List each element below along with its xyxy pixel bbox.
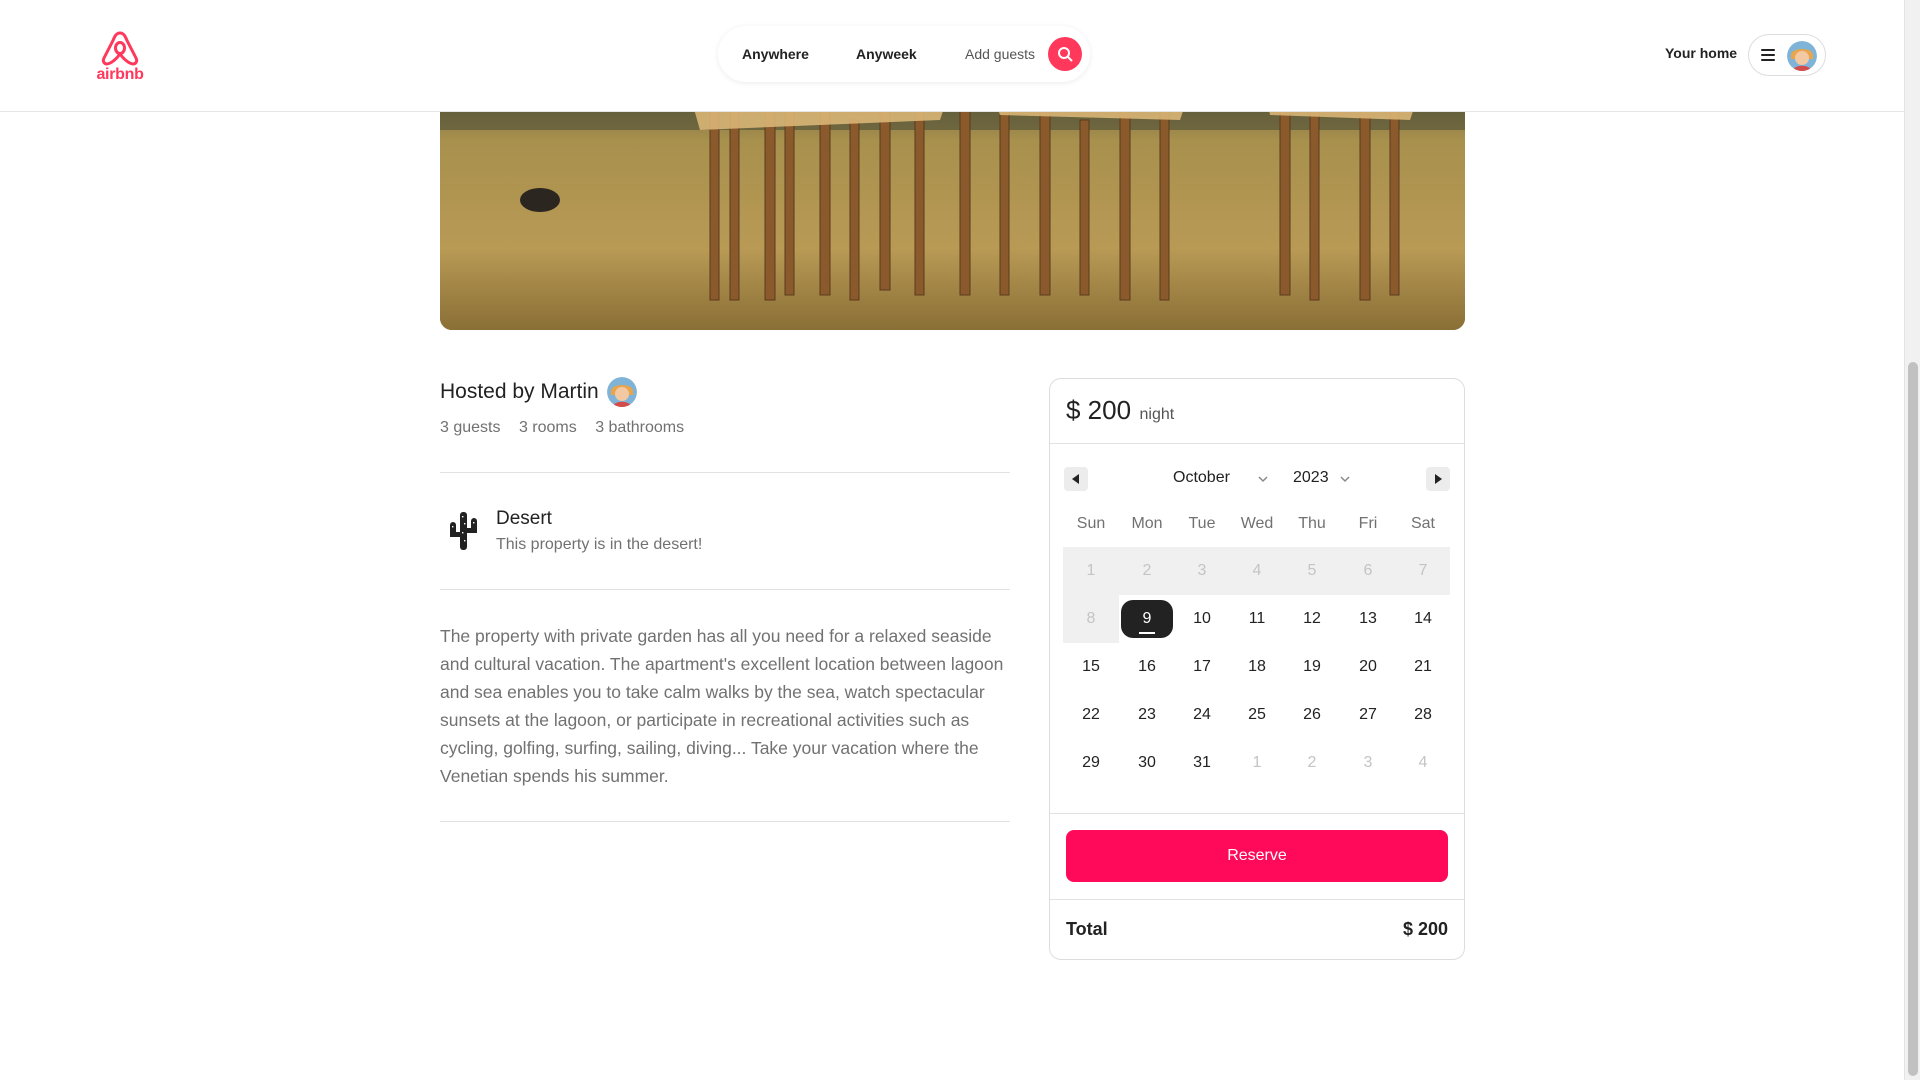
calendar-day[interactable]: 24	[1174, 691, 1230, 739]
weekday-label: Tue	[1188, 515, 1216, 532]
calendar-day[interactable]: 30	[1119, 739, 1175, 787]
calendar-day: 6	[1363, 562, 1373, 579]
caret-left-icon	[1072, 474, 1079, 484]
calendar-day: 2	[1142, 562, 1152, 579]
calendar-day[interactable]: 22	[1063, 691, 1119, 739]
user-menu-button[interactable]	[1748, 34, 1826, 76]
host-avatar	[607, 377, 637, 407]
calendar-day[interactable]: 12	[1284, 595, 1340, 643]
section-divider	[440, 821, 1010, 822]
calendar-day: 3	[1197, 562, 1207, 579]
search-button[interactable]	[1048, 37, 1082, 71]
weekday-label: Thu	[1298, 515, 1326, 532]
day-number: 9	[1142, 610, 1152, 627]
calendar-day[interactable]: 27	[1340, 691, 1396, 739]
calendar-day[interactable]: 18	[1229, 643, 1285, 691]
calendar-day: 4	[1418, 754, 1428, 771]
feature-title: Desert	[496, 508, 552, 529]
calendar-day[interactable]: 11	[1229, 595, 1285, 643]
month-select[interactable]: October	[1173, 469, 1230, 487]
logo-text: airbnb	[96, 66, 144, 83]
calendar-day: 4	[1252, 562, 1262, 579]
prev-month-button[interactable]	[1064, 467, 1088, 491]
today-underline	[1139, 632, 1155, 634]
calendar-day[interactable]: 13	[1340, 595, 1396, 643]
year-select[interactable]: 2023	[1293, 469, 1329, 487]
bathrooms-count: 3 bathrooms	[595, 419, 685, 436]
calendar-day[interactable]: 25	[1229, 691, 1285, 739]
chevron-down-icon	[1258, 476, 1268, 483]
listing-description: The property with private garden has all…	[440, 626, 1004, 786]
search-anywhere[interactable]: Anywhere	[742, 26, 809, 82]
weekday-label: Fri	[1358, 515, 1378, 532]
rooms-count: 3 rooms	[518, 419, 577, 436]
chevron-down-icon	[1340, 476, 1350, 483]
calendar-day: 5	[1307, 562, 1317, 579]
search-bar[interactable]: Anywhere Anyweek Add guests	[718, 26, 1090, 82]
card-divider	[1050, 813, 1464, 814]
weekday-label: Sun	[1076, 515, 1106, 532]
calendar-day: 3	[1363, 754, 1373, 771]
card-divider	[1050, 443, 1464, 444]
airbnb-logo-icon	[101, 31, 139, 66]
host-title: Hosted by Martin	[440, 380, 599, 403]
booking-card: $ 200 night October 2023 Sun Mon Tue Wed…	[1049, 378, 1465, 960]
total-value: $ 200	[1402, 919, 1448, 939]
weekday-label: Sat	[1410, 515, 1435, 532]
hamburger-icon	[1761, 49, 1775, 61]
calendar-day[interactable]: 21	[1395, 643, 1451, 691]
cactus-icon	[446, 510, 480, 552]
reserve-button[interactable]: Reserve	[1066, 830, 1448, 882]
listing-capacity: 3 guests 3 rooms 3 bathrooms	[440, 419, 698, 437]
calendar-day[interactable]: 29	[1063, 739, 1119, 787]
calendar-day: 2	[1307, 754, 1317, 771]
calendar-day[interactable]: 10	[1174, 595, 1230, 643]
weekday-label: Mon	[1131, 515, 1163, 532]
top-navbar: airbnb Anywhere Anyweek Add guests Your …	[0, 0, 1904, 112]
scrollbar-thumb[interactable]	[1908, 362, 1918, 1076]
user-avatar	[1787, 41, 1817, 71]
calendar-day-selected[interactable]: 9	[1119, 595, 1175, 643]
calendar-day: 1	[1252, 754, 1262, 771]
calendar-day[interactable]: 17	[1174, 643, 1230, 691]
total-label: Total	[1066, 919, 1108, 939]
feature-description: This property is in the desert!	[496, 536, 703, 553]
section-divider	[440, 589, 1010, 590]
section-divider	[440, 472, 1010, 473]
search-anyweek[interactable]: Anyweek	[856, 26, 917, 82]
price: $ 200 night	[1066, 395, 1174, 426]
card-divider	[1050, 899, 1464, 900]
calendar-day[interactable]: 16	[1119, 643, 1175, 691]
your-home-link[interactable]: Your home	[1665, 45, 1737, 61]
airbnb-logo[interactable]: airbnb	[96, 30, 144, 84]
price-amount: $ 200	[1066, 395, 1132, 425]
page-scrollbar[interactable]	[1904, 0, 1920, 1080]
calendar-day[interactable]: 23	[1119, 691, 1175, 739]
search-icon	[1058, 47, 1073, 62]
calendar-day[interactable]: 15	[1063, 643, 1119, 691]
caret-right-icon	[1435, 474, 1442, 484]
calendar-day[interactable]: 19	[1284, 643, 1340, 691]
weekday-label: Wed	[1240, 515, 1274, 532]
calendar-day[interactable]: 20	[1340, 643, 1396, 691]
calendar-day: 8	[1086, 610, 1096, 627]
calendar-day[interactable]: 26	[1284, 691, 1340, 739]
calendar-day: 1	[1086, 562, 1096, 579]
next-month-button[interactable]	[1426, 467, 1450, 491]
guests-count: 3 guests	[440, 419, 501, 436]
calendar-day: 7	[1418, 562, 1428, 579]
search-add-guests[interactable]: Add guests	[965, 26, 1035, 82]
calendar-day[interactable]: 28	[1395, 691, 1451, 739]
calendar-day[interactable]: 31	[1174, 739, 1230, 787]
calendar-day[interactable]: 14	[1395, 595, 1451, 643]
price-unit: night	[1139, 406, 1175, 423]
